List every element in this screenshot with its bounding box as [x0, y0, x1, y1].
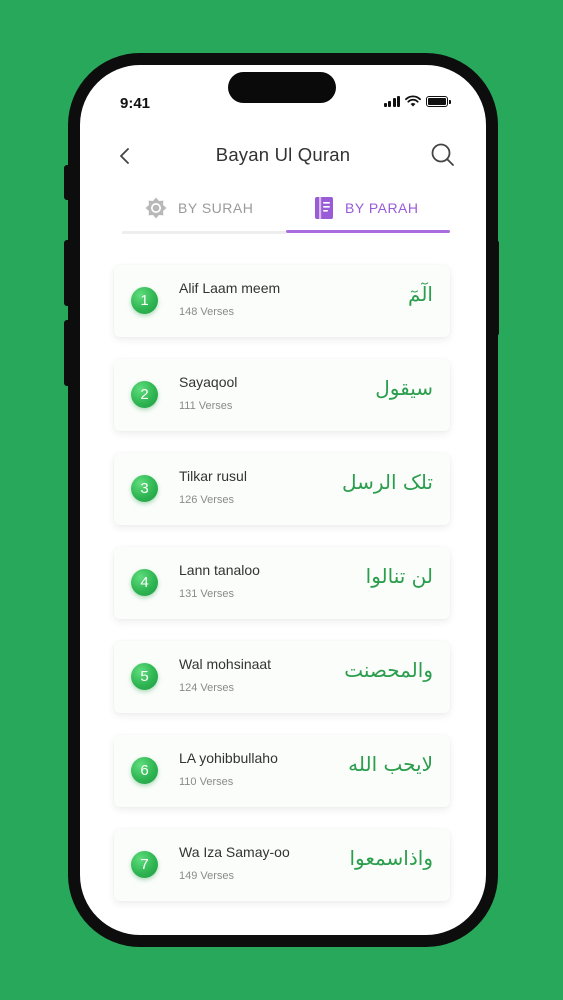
app-header: Bayan Ul Quran — [80, 139, 486, 175]
active-tab-indicator — [286, 230, 450, 233]
tab-by-surah[interactable]: BY SURAH — [144, 183, 253, 233]
arabic-name: الٓمٓ — [408, 282, 433, 306]
list-item[interactable]: 1 Alif Laam meem 148 Verses الٓمٓ — [114, 265, 450, 337]
list-item[interactable]: 2 Sayaqool 111 Verses سیقول — [114, 359, 450, 431]
tab-label: BY SURAH — [178, 200, 254, 216]
dynamic-island — [228, 72, 336, 103]
arabic-name: لن تنالوا — [365, 564, 433, 588]
number-badge: 6 — [131, 757, 158, 784]
book-icon — [315, 197, 333, 219]
status-time: 9:41 — [120, 95, 151, 112]
parah-name: Alif Laam meem — [179, 280, 281, 296]
status-icons — [383, 95, 451, 107]
verse-count: 110 Verses — [179, 776, 234, 788]
number-badge: 7 — [131, 851, 158, 878]
battery-icon — [426, 95, 451, 107]
search-button[interactable] — [428, 140, 458, 170]
arabic-name: سیقول — [375, 376, 433, 400]
verse-count: 124 Verses — [179, 682, 235, 694]
verse-count: 131 Verses — [179, 588, 235, 600]
arabic-name: لایحب الله — [348, 752, 433, 776]
list-item[interactable]: 7 Wa Iza Samay-oo 149 Verses واذاسمعوا — [114, 829, 450, 901]
verse-count: 111 Verses — [179, 400, 233, 412]
tab-label: BY PARAH — [345, 200, 419, 216]
verse-count: 126 Verses — [179, 494, 235, 506]
parah-name: Lann tanaloo — [179, 562, 260, 578]
arabic-name: والمحصنت — [344, 658, 433, 682]
search-icon — [431, 143, 454, 166]
star-octagon-icon — [145, 197, 167, 219]
phone-frame: 9:41 Bayan Ul Quran BY SURAH BY PARAH 1 … — [68, 53, 498, 947]
list-item[interactable]: 6 LA yohibbullaho 110 Verses لایحب الله — [114, 735, 450, 807]
cellular-signal-icon — [383, 95, 400, 107]
app-screen: 9:41 Bayan Ul Quran BY SURAH BY PARAH 1 … — [80, 65, 486, 935]
verse-count: 149 Verses — [179, 870, 235, 882]
verse-count: 148 Verses — [179, 306, 235, 318]
number-badge: 3 — [131, 475, 158, 502]
tab-bar: BY SURAH BY PARAH — [122, 183, 450, 234]
list-item[interactable]: 5 Wal mohsinaat 124 Verses والمحصنت — [114, 641, 450, 713]
number-badge: 2 — [131, 381, 158, 408]
list-item[interactable]: 3 Tilkar rusul 126 Verses تلک الرسل — [114, 453, 450, 525]
parah-name: Sayaqool — [179, 374, 238, 390]
arabic-name: واذاسمعوا — [349, 846, 433, 870]
parah-name: Wal mohsinaat — [179, 656, 272, 672]
tab-by-parah[interactable]: BY PARAH — [313, 183, 419, 233]
parah-name: Tilkar rusul — [179, 468, 247, 484]
number-badge: 4 — [131, 569, 158, 596]
parah-name: Wa Iza Samay-oo — [179, 844, 290, 860]
page-title: Bayan Ul Quran — [215, 144, 351, 165]
list-item[interactable]: 4 Lann tanaloo 131 Verses لن تنالوا — [114, 547, 450, 619]
parah-name: LA yohibbullaho — [179, 750, 278, 766]
wifi-icon — [405, 95, 421, 107]
number-badge: 1 — [131, 287, 158, 314]
number-badge: 5 — [131, 663, 158, 690]
arabic-name: تلک الرسل — [341, 470, 433, 494]
